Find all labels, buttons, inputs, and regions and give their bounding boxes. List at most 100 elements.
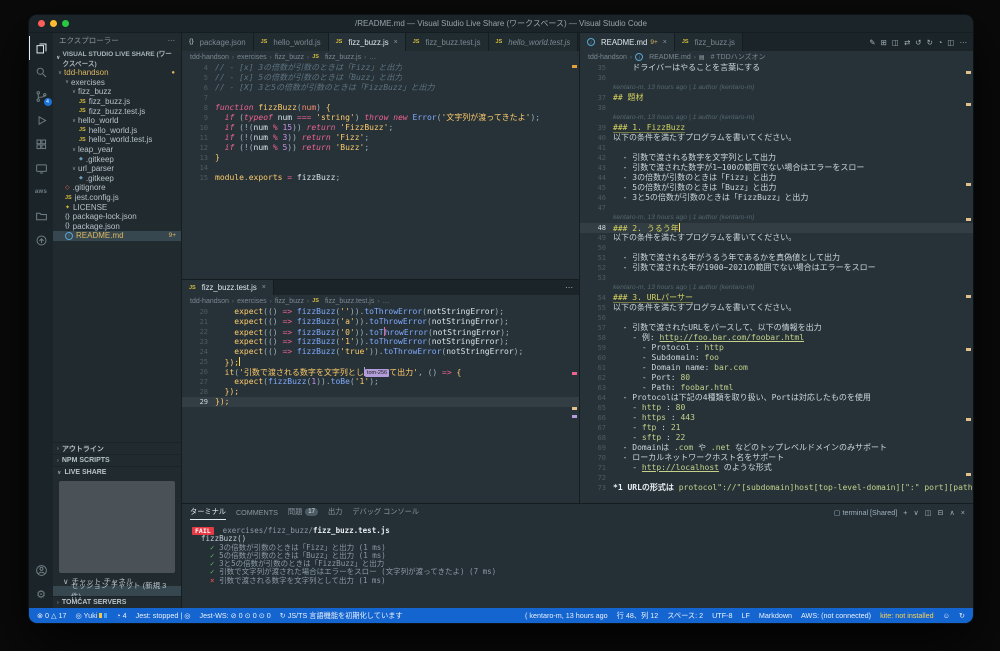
code-test[interactable]: 20 expect(() => fizzBuzz('')).toThrowErr… xyxy=(182,307,579,503)
close-icon[interactable]: × xyxy=(663,39,667,46)
tree-item-hello_world[interactable]: ∨hello_world xyxy=(53,116,181,126)
remote-explorer-icon[interactable] xyxy=(30,156,53,180)
terminal-select[interactable]: ▢ terminal [Shared] xyxy=(834,508,898,517)
tree-item-fizz_buzz[interactable]: ∨fizz_buzz xyxy=(53,87,181,97)
panel-tab-出力[interactable]: 出力 xyxy=(328,504,342,520)
account-icon[interactable] xyxy=(30,558,53,582)
extensions-icon[interactable] xyxy=(30,132,53,156)
tab-fizz_buzz.js[interactable]: JSfizz_buzz.js xyxy=(675,33,743,51)
breadcrumb-item[interactable]: … xyxy=(383,298,390,305)
sidebar-section-live-share[interactable]: ∨LIVE SHARE xyxy=(53,466,181,478)
compare-icon[interactable]: ⇄ xyxy=(904,38,910,47)
panel-tab-COMMENTS[interactable]: COMMENTS xyxy=(236,504,278,520)
tab-package.json[interactable]: {}package.json xyxy=(182,33,254,51)
explorer-more-icon[interactable]: ⋯ xyxy=(168,36,176,45)
terminal-dropdown-icon[interactable]: ∨ xyxy=(913,508,918,517)
sidebar-section-tomcat-servers[interactable]: ›TOMCAT SERVERS xyxy=(53,596,181,608)
breadcrumb-test[interactable]: tdd-handson›exercises›fizz_buzz›JSfizz_b… xyxy=(182,295,579,307)
indentation[interactable]: スペース: 2 xyxy=(667,611,703,621)
tree-item-fizz_buzz.js[interactable]: JSfizz_buzz.js xyxy=(53,97,181,107)
participants-count[interactable]: ◔ 4 xyxy=(116,611,126,620)
split-terminal-icon[interactable]: ◫ xyxy=(925,508,932,517)
tree-item-.gitignore[interactable]: ◇.gitignore xyxy=(53,183,181,193)
close-panel-icon[interactable]: × xyxy=(961,508,965,517)
markdown-preview-icon[interactable]: ⊞ xyxy=(881,38,887,47)
tab-hello_world.test.js[interactable]: JShello_world.test.js xyxy=(489,33,579,51)
kill-terminal-icon[interactable]: ⊟ xyxy=(938,508,944,517)
explorer-icon[interactable] xyxy=(29,36,53,60)
sidebar-section-アウトライン[interactable]: ›アウトライン xyxy=(53,442,181,454)
tree-item-README.md[interactable]: iREADME.md9+ xyxy=(53,231,181,241)
tree-item-.gitkeep[interactable]: ◆.gitkeep xyxy=(53,174,181,184)
tree-item-package.json[interactable]: {}package.json xyxy=(53,222,181,232)
breadcrumb-item[interactable]: README.md xyxy=(649,54,691,61)
terminal-output[interactable]: FAIL exercises/fizz_buzz/fizz_buzz.test.… xyxy=(182,520,973,608)
panel-tab-ターミナル[interactable]: ターミナル xyxy=(190,504,226,520)
tab-hello_world.js[interactable]: JShello_world.js xyxy=(254,33,329,51)
feedback-icon[interactable]: ☺ xyxy=(943,611,950,620)
live-share-user[interactable]: ◎ Yuki xyxy=(76,611,108,620)
aws-icon[interactable]: aws xyxy=(30,180,53,204)
run-debug-icon[interactable] xyxy=(30,108,53,132)
sync-icon[interactable]: ↻ xyxy=(959,611,965,620)
open-changes-icon[interactable]: ◫ xyxy=(892,38,899,47)
breadcrumb-item[interactable]: tdd-handson xyxy=(190,298,229,305)
live-share-icon[interactable] xyxy=(30,228,53,252)
minimize-window-button[interactable] xyxy=(50,20,57,27)
kite-status[interactable]: kite: not installed xyxy=(880,611,934,620)
tree-item-url_parser[interactable]: ∨url_parser xyxy=(53,164,181,174)
tab-fizz_buzz.test.js[interactable]: JSfizz_buzz.test.js xyxy=(406,33,489,51)
panel-tab-デバッグ コンソール[interactable]: デバッグ コンソール xyxy=(352,504,419,520)
language-mode[interactable]: Markdown xyxy=(759,611,792,620)
close-window-button[interactable] xyxy=(38,20,45,27)
encoding[interactable]: UTF-8 xyxy=(712,611,732,620)
live-session-icon[interactable]: ◔ xyxy=(938,38,943,47)
settings-gear-icon[interactable]: ⚙ xyxy=(30,582,53,606)
source-control-icon[interactable]: 4 xyxy=(30,84,53,108)
session-chat-row[interactable]: セッション チャット (新規 3 件) xyxy=(53,586,181,596)
code-readme[interactable]: 35 ドライバーはやることを言葉にする36kentaro-m, 13 hours… xyxy=(580,63,973,503)
tree-item-exercises[interactable]: ∨exercises xyxy=(53,78,181,88)
sidebar-section-npm-scripts[interactable]: ›NPM SCRIPTS xyxy=(53,454,181,466)
more-tabs-icon[interactable]: ⋯ xyxy=(559,283,579,292)
tab-fizz_buzz.js[interactable]: JSfizz_buzz.js× xyxy=(329,33,406,51)
maximize-panel-icon[interactable]: ∧ xyxy=(950,508,955,517)
toggle-blame-icon[interactable]: ✎ xyxy=(869,38,875,47)
tab-fizz_buzz.test.js[interactable]: JSfizz_buzz.test.js× xyxy=(182,280,274,295)
next-change-icon[interactable]: ↻ xyxy=(927,38,933,47)
tree-item-fizz_buzz.test.js[interactable]: JSfizz_buzz.test.js xyxy=(53,106,181,116)
prev-change-icon[interactable]: ↺ xyxy=(915,38,921,47)
gitlens-blame[interactable]: ( kentaro-m, 13 hours ago xyxy=(525,611,608,620)
new-terminal-icon[interactable]: + xyxy=(903,508,907,517)
tree-item-hello_world.js[interactable]: JShello_world.js xyxy=(53,126,181,136)
split-editor-icon[interactable]: ◫ xyxy=(947,38,954,47)
breadcrumb-item[interactable]: exercises xyxy=(237,54,267,61)
aws-status[interactable]: AWS: (not connected) xyxy=(801,611,871,620)
breadcrumb-item[interactable]: fizz_buzz xyxy=(275,54,304,61)
close-icon[interactable]: × xyxy=(394,39,398,46)
tree-item-tdd-handson[interactable]: ∨tdd-handson● xyxy=(53,68,181,78)
more-tabs-icon[interactable]: ⋯ xyxy=(578,38,579,47)
more-actions-icon[interactable]: ⋯ xyxy=(960,38,968,47)
breadcrumb-item[interactable]: tdd-handson xyxy=(588,54,627,61)
breadcrumb-item[interactable]: fizz_buzz.test.js xyxy=(325,298,374,305)
folders-icon[interactable] xyxy=(30,204,53,228)
jest-status[interactable]: Jest: stopped | ◎ xyxy=(136,611,191,620)
search-icon[interactable] xyxy=(30,60,53,84)
cursor-position[interactable]: 行 48、列 12 xyxy=(617,611,659,621)
tab-README.md[interactable]: iREADME.md9+× xyxy=(580,33,675,51)
breadcrumb-item[interactable]: fizz_buzz xyxy=(275,298,304,305)
problems-status[interactable]: ⊗ 0 △ 17 xyxy=(37,611,67,620)
breadcrumb-item[interactable]: fizz_buzz.js xyxy=(325,54,361,61)
tree-item-package-lock.json[interactable]: {}package-lock.json xyxy=(53,212,181,222)
eol[interactable]: LF xyxy=(741,611,749,620)
breadcrumb-fizz-buzz[interactable]: tdd-handson›exercises›fizz_buzz›JSfizz_b… xyxy=(182,51,579,63)
code-fizz-buzz[interactable]: 4// - [x] 3の倍数が引数のときは「Fizz」と出力5// - [x] … xyxy=(182,63,579,279)
tree-item-jest.config.js[interactable]: JSjest.config.js xyxy=(53,193,181,203)
panel-tab-問題[interactable]: 問題17 xyxy=(288,504,318,520)
jest-ws-status[interactable]: Jest-WS: ⊘ 0 ⊙ 0 ⊙ 0 xyxy=(200,611,271,620)
breadcrumb-item[interactable]: … xyxy=(369,54,376,61)
breadcrumb-item[interactable]: # TDDハンズオン xyxy=(711,52,766,62)
tree-item-LICENSE[interactable]: ✦LICENSE xyxy=(53,202,181,212)
language-init-status[interactable]: ↻ JS/TS 言語機能を初期化しています xyxy=(280,611,403,621)
